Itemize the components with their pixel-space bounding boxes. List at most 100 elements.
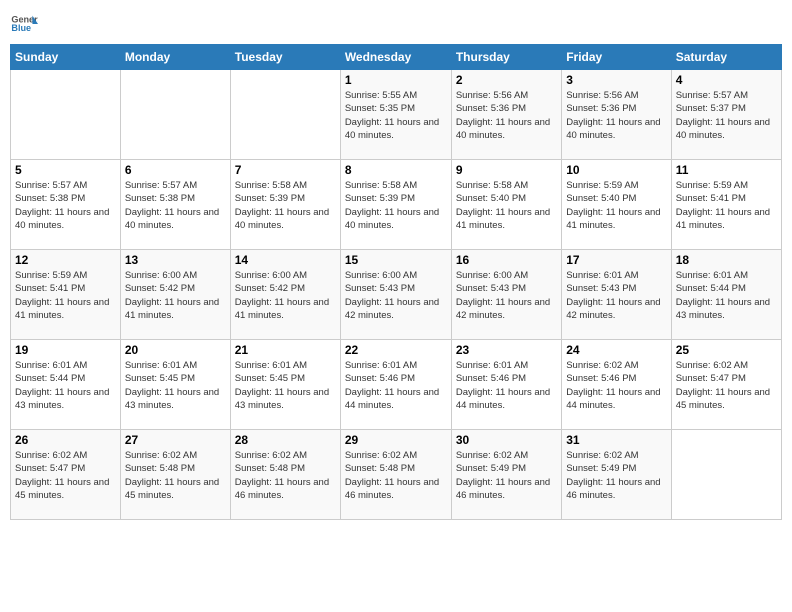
- day-detail: Sunrise: 6:02 AMSunset: 5:48 PMDaylight:…: [235, 449, 336, 502]
- calendar-cell: 12 Sunrise: 5:59 AMSunset: 5:41 PMDayligh…: [11, 250, 121, 340]
- day-detail: Sunrise: 6:01 AMSunset: 5:44 PMDaylight:…: [15, 359, 116, 412]
- calendar-cell: 31 Sunrise: 6:02 AMSunset: 5:49 PMDayligh…: [562, 430, 671, 520]
- day-detail: Sunrise: 6:02 AMSunset: 5:46 PMDaylight:…: [566, 359, 666, 412]
- calendar-cell: 16 Sunrise: 6:00 AMSunset: 5:43 PMDayligh…: [451, 250, 561, 340]
- day-detail: Sunrise: 6:00 AMSunset: 5:42 PMDaylight:…: [235, 269, 336, 322]
- day-detail: Sunrise: 6:02 AMSunset: 5:48 PMDaylight:…: [125, 449, 226, 502]
- day-detail: Sunrise: 6:00 AMSunset: 5:42 PMDaylight:…: [125, 269, 226, 322]
- day-number: 31: [566, 433, 666, 447]
- page-header: General Blue: [10, 10, 782, 38]
- calendar-table: SundayMondayTuesdayWednesdayThursdayFrid…: [10, 44, 782, 520]
- day-header-saturday: Saturday: [671, 45, 781, 70]
- calendar-cell: 18Sunrise: 6:01 AMSunset: 5:44 PMDayligh…: [671, 250, 781, 340]
- week-row-1: 1 Sunrise: 5:55 AMSunset: 5:35 PMDaylight…: [11, 70, 782, 160]
- calendar-cell: 10Sunrise: 5:59 AMSunset: 5:40 PMDayligh…: [562, 160, 671, 250]
- day-header-thursday: Thursday: [451, 45, 561, 70]
- calendar-cell: 3 Sunrise: 5:56 AMSunset: 5:36 PMDaylight…: [562, 70, 671, 160]
- calendar-cell: 28 Sunrise: 6:02 AMSunset: 5:48 PMDayligh…: [230, 430, 340, 520]
- calendar-cell: 21 Sunrise: 6:01 AMSunset: 5:45 PMDayligh…: [230, 340, 340, 430]
- calendar-cell: 1 Sunrise: 5:55 AMSunset: 5:35 PMDaylight…: [340, 70, 451, 160]
- calendar-cell: 22Sunrise: 6:01 AMSunset: 5:46 PMDayligh…: [340, 340, 451, 430]
- calendar-cell: 7 Sunrise: 5:58 AMSunset: 5:39 PMDaylight…: [230, 160, 340, 250]
- calendar-cell: 20 Sunrise: 6:01 AMSunset: 5:45 PMDayligh…: [120, 340, 230, 430]
- calendar-cell: 6 Sunrise: 5:57 AMSunset: 5:38 PMDaylight…: [120, 160, 230, 250]
- day-detail: Sunrise: 5:59 AMSunset: 5:41 PMDaylight:…: [676, 179, 777, 232]
- day-number: 25: [676, 343, 777, 357]
- calendar-cell: 11 Sunrise: 5:59 AMSunset: 5:41 PMDayligh…: [671, 160, 781, 250]
- day-number: 3: [566, 73, 666, 87]
- week-row-2: 5 Sunrise: 5:57 AMSunset: 5:38 PMDaylight…: [11, 160, 782, 250]
- calendar-cell: 4 Sunrise: 5:57 AMSunset: 5:37 PMDaylight…: [671, 70, 781, 160]
- day-number: 28: [235, 433, 336, 447]
- day-detail: Sunrise: 6:01 AMSunset: 5:45 PMDaylight:…: [125, 359, 226, 412]
- day-number: 26: [15, 433, 116, 447]
- day-number: 12: [15, 253, 116, 267]
- calendar-cell: 9Sunrise: 5:58 AMSunset: 5:40 PMDaylight…: [451, 160, 561, 250]
- day-detail: Sunrise: 5:57 AMSunset: 5:38 PMDaylight:…: [15, 179, 116, 232]
- calendar-cell: 17Sunrise: 6:01 AMSunset: 5:43 PMDayligh…: [562, 250, 671, 340]
- day-header-sunday: Sunday: [11, 45, 121, 70]
- day-detail: Sunrise: 6:00 AMSunset: 5:43 PMDaylight:…: [345, 269, 447, 322]
- calendar-cell: 24 Sunrise: 6:02 AMSunset: 5:46 PMDayligh…: [562, 340, 671, 430]
- calendar-cell: [11, 70, 121, 160]
- day-number: 22: [345, 343, 447, 357]
- calendar-cell: 19 Sunrise: 6:01 AMSunset: 5:44 PMDayligh…: [11, 340, 121, 430]
- day-detail: Sunrise: 5:57 AMSunset: 5:38 PMDaylight:…: [125, 179, 226, 232]
- day-detail: Sunrise: 5:59 AMSunset: 5:41 PMDaylight:…: [15, 269, 116, 322]
- day-number: 24: [566, 343, 666, 357]
- logo: General Blue: [10, 10, 40, 38]
- day-detail: Sunrise: 5:58 AMSunset: 5:39 PMDaylight:…: [345, 179, 447, 232]
- day-detail: Sunrise: 6:02 AMSunset: 5:48 PMDaylight:…: [345, 449, 447, 502]
- day-header-tuesday: Tuesday: [230, 45, 340, 70]
- day-number: 15: [345, 253, 447, 267]
- calendar-cell: [671, 430, 781, 520]
- day-number: 7: [235, 163, 336, 177]
- day-number: 20: [125, 343, 226, 357]
- day-number: 5: [15, 163, 116, 177]
- day-number: 16: [456, 253, 557, 267]
- days-header-row: SundayMondayTuesdayWednesdayThursdayFrid…: [11, 45, 782, 70]
- day-detail: Sunrise: 6:01 AMSunset: 5:46 PMDaylight:…: [456, 359, 557, 412]
- calendar-cell: 14 Sunrise: 6:00 AMSunset: 5:42 PMDayligh…: [230, 250, 340, 340]
- day-number: 11: [676, 163, 777, 177]
- calendar-cell: 2 Sunrise: 5:56 AMSunset: 5:36 PMDaylight…: [451, 70, 561, 160]
- day-number: 17: [566, 253, 666, 267]
- day-number: 19: [15, 343, 116, 357]
- calendar-cell: 23 Sunrise: 6:01 AMSunset: 5:46 PMDayligh…: [451, 340, 561, 430]
- day-detail: Sunrise: 5:58 AMSunset: 5:39 PMDaylight:…: [235, 179, 336, 232]
- calendar-cell: 30 Sunrise: 6:02 AMSunset: 5:49 PMDayligh…: [451, 430, 561, 520]
- day-detail: Sunrise: 6:02 AMSunset: 5:49 PMDaylight:…: [566, 449, 666, 502]
- day-detail: Sunrise: 5:55 AMSunset: 5:35 PMDaylight:…: [345, 89, 447, 142]
- calendar-cell: 29 Sunrise: 6:02 AMSunset: 5:48 PMDayligh…: [340, 430, 451, 520]
- day-number: 21: [235, 343, 336, 357]
- day-detail: Sunrise: 5:57 AMSunset: 5:37 PMDaylight:…: [676, 89, 777, 142]
- day-number: 29: [345, 433, 447, 447]
- day-number: 1: [345, 73, 447, 87]
- day-number: 4: [676, 73, 777, 87]
- calendar-cell: 15 Sunrise: 6:00 AMSunset: 5:43 PMDayligh…: [340, 250, 451, 340]
- week-row-5: 26Sunrise: 6:02 AMSunset: 5:47 PMDayligh…: [11, 430, 782, 520]
- day-number: 6: [125, 163, 226, 177]
- calendar-cell: [120, 70, 230, 160]
- day-detail: Sunrise: 5:56 AMSunset: 5:36 PMDaylight:…: [566, 89, 666, 142]
- day-number: 13: [125, 253, 226, 267]
- day-detail: Sunrise: 6:00 AMSunset: 5:43 PMDaylight:…: [456, 269, 557, 322]
- day-number: 2: [456, 73, 557, 87]
- logo-icon: General Blue: [10, 10, 38, 38]
- week-row-3: 12 Sunrise: 5:59 AMSunset: 5:41 PMDayligh…: [11, 250, 782, 340]
- calendar-cell: 26Sunrise: 6:02 AMSunset: 5:47 PMDayligh…: [11, 430, 121, 520]
- day-detail: Sunrise: 6:02 AMSunset: 5:49 PMDaylight:…: [456, 449, 557, 502]
- day-header-monday: Monday: [120, 45, 230, 70]
- day-detail: Sunrise: 6:01 AMSunset: 5:45 PMDaylight:…: [235, 359, 336, 412]
- day-detail: Sunrise: 5:56 AMSunset: 5:36 PMDaylight:…: [456, 89, 557, 142]
- day-number: 30: [456, 433, 557, 447]
- calendar-cell: 13 Sunrise: 6:00 AMSunset: 5:42 PMDayligh…: [120, 250, 230, 340]
- svg-text:Blue: Blue: [11, 23, 31, 33]
- day-number: 14: [235, 253, 336, 267]
- calendar-cell: 25 Sunrise: 6:02 AMSunset: 5:47 PMDayligh…: [671, 340, 781, 430]
- calendar-cell: 27Sunrise: 6:02 AMSunset: 5:48 PMDayligh…: [120, 430, 230, 520]
- day-detail: Sunrise: 6:02 AMSunset: 5:47 PMDaylight:…: [676, 359, 777, 412]
- day-header-wednesday: Wednesday: [340, 45, 451, 70]
- day-number: 18: [676, 253, 777, 267]
- day-number: 23: [456, 343, 557, 357]
